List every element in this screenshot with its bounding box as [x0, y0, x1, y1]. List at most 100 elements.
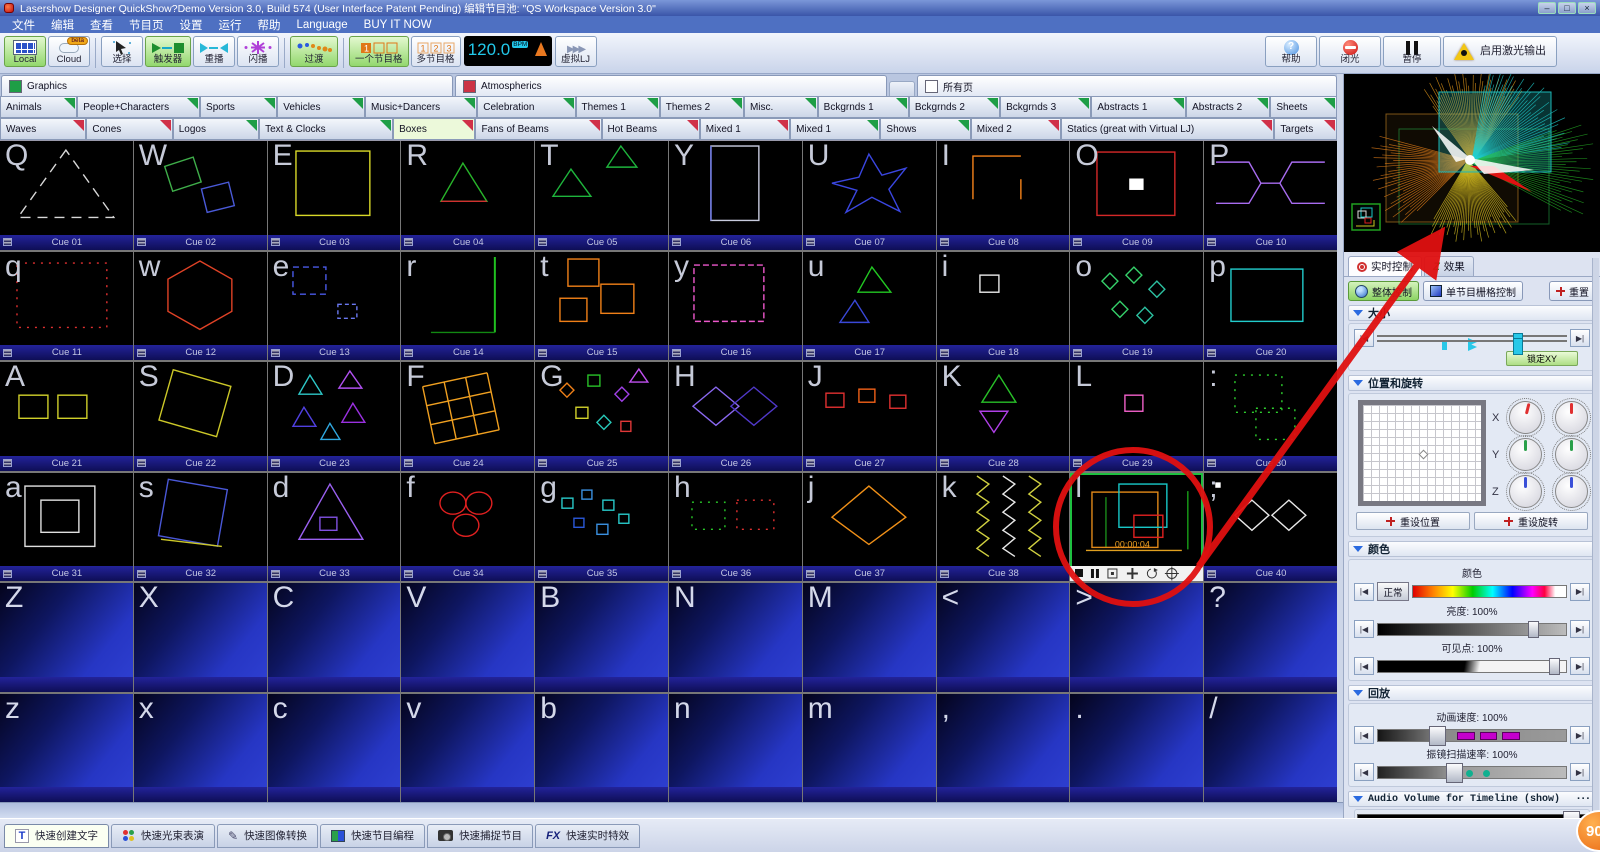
cue-cell[interactable]: ICue 08: [937, 141, 1070, 250]
close-button[interactable]: [1578, 2, 1596, 14]
reset-position-button[interactable]: 重设位置: [1356, 512, 1470, 530]
help-button[interactable]: 帮助: [1265, 36, 1317, 67]
visible-min-button[interactable]: |◀: [1354, 657, 1374, 675]
cue-cell[interactable]: OCue 09: [1070, 141, 1203, 250]
menu-item[interactable]: Language: [289, 19, 356, 31]
color-slider[interactable]: [1412, 585, 1567, 598]
cue-cell[interactable]: fCue 34: [401, 473, 534, 582]
panel-scrollbar[interactable]: [1592, 258, 1599, 818]
cue-cell[interactable]: FCue 24: [401, 362, 534, 471]
position-pad[interactable]: [1358, 400, 1486, 506]
y-position-knob[interactable]: [1509, 438, 1542, 471]
cue-cell[interactable]: QCue 01: [0, 141, 133, 250]
category-tab[interactable]: Statics (great with Virtual LJ): [1061, 118, 1274, 140]
category-tab[interactable]: People+Characters: [77, 96, 200, 118]
page-tab-atmospherics[interactable]: Atmospherics: [455, 75, 887, 96]
cue-cell[interactable]: uCue 17: [803, 252, 936, 361]
cue-cell[interactable]: /: [1204, 694, 1337, 803]
reset-button[interactable]: 重置: [1549, 281, 1596, 301]
cue-cell[interactable]: n: [669, 694, 802, 803]
category-tab[interactable]: Boxes: [393, 118, 475, 140]
bottom-tab[interactable]: 快速光束表演: [111, 824, 215, 848]
visible-points-handle[interactable]: [1549, 658, 1560, 675]
bpm-display[interactable]: 120.0 BPM: [464, 36, 552, 66]
cue-cell[interactable]: z: [0, 694, 133, 803]
scan-rate-handle[interactable]: [1446, 763, 1463, 783]
cloud-button[interactable]: beta Cloud: [48, 36, 90, 67]
x-position-knob[interactable]: [1505, 397, 1545, 437]
select-mode-button[interactable]: 选择: [101, 36, 143, 67]
scan-rate-min-button[interactable]: |◀: [1354, 763, 1374, 781]
anim-speed-max-button[interactable]: ▶|: [1570, 726, 1590, 744]
section-playback[interactable]: 回放: [1348, 685, 1596, 701]
menu-item[interactable]: BUY IT NOW: [356, 19, 440, 31]
cue-cell[interactable]: jCue 37: [803, 473, 936, 582]
cue-cell[interactable]: X: [134, 583, 267, 692]
visible-points-slider[interactable]: [1377, 660, 1567, 673]
cue-cell[interactable]: dCue 33: [268, 473, 401, 582]
cue-cell[interactable]: hCue 36: [669, 473, 802, 582]
bottom-tab[interactable]: FX快速实时特效: [535, 824, 640, 848]
brightness-handle[interactable]: [1528, 621, 1539, 638]
cue-cell[interactable]: qCue 11: [0, 252, 133, 361]
cue-cell[interactable]: C: [268, 583, 401, 692]
pause-output-button[interactable]: 暂停: [1383, 36, 1441, 67]
category-tab[interactable]: Misc.: [744, 96, 818, 118]
category-tab[interactable]: Bckgrnds 2: [909, 96, 1000, 118]
cue-cell[interactable]: HCue 26: [669, 362, 802, 471]
cue-cell[interactable]: ECue 03: [268, 141, 401, 250]
cue-cell[interactable]: iCue 18: [937, 252, 1070, 361]
single-cue-control-button[interactable]: 单节目栅格控制: [1423, 281, 1523, 301]
color-normal-handle[interactable]: 正常: [1377, 582, 1409, 601]
scan-rate-max-button[interactable]: ▶|: [1570, 763, 1590, 781]
tab-effects[interactable]: 效果: [1424, 256, 1474, 276]
category-tab[interactable]: Text & Clocks: [259, 118, 393, 140]
cue-cell[interactable]: ACue 21: [0, 362, 133, 471]
virtual-lj-button[interactable]: ▶▶▶ 虚拟LJ: [555, 36, 597, 67]
menu-item[interactable]: 运行: [211, 17, 250, 33]
restart-mode-button[interactable]: 重播: [193, 36, 235, 67]
cue-cell[interactable]: UCue 07: [803, 141, 936, 250]
cue-cell[interactable]: pCue 20: [1204, 252, 1337, 361]
category-tab[interactable]: Sports: [200, 96, 277, 118]
y-rotation-knob[interactable]: [1555, 438, 1588, 471]
size-y-handle[interactable]: [1513, 338, 1523, 355]
category-tab[interactable]: Targets: [1274, 118, 1337, 140]
color-min-button[interactable]: |◀: [1354, 583, 1374, 601]
category-tab[interactable]: Music+Dancers: [365, 96, 477, 118]
cue-cell[interactable]: v: [401, 694, 534, 803]
category-tab[interactable]: Themes 1: [576, 96, 660, 118]
cue-cell[interactable]: >: [1070, 583, 1203, 692]
flash-mode-button[interactable]: 闪播: [237, 36, 279, 67]
cue-cell[interactable]: TCue 05: [535, 141, 668, 250]
cue-cell[interactable]: GCue 25: [535, 362, 668, 471]
anim-speed-handle[interactable]: [1429, 726, 1446, 746]
cue-cell[interactable]: b: [535, 694, 668, 803]
reset-rotation-button[interactable]: 重设旋转: [1474, 512, 1588, 530]
category-tab[interactable]: Shows: [880, 118, 970, 140]
master-control-button[interactable]: 整体控制: [1348, 281, 1419, 301]
category-tab[interactable]: Bckgrnds 3: [1000, 96, 1091, 118]
cue-cell[interactable]: ,: [937, 694, 1070, 803]
cue-cell[interactable]: rCue 14: [401, 252, 534, 361]
enable-laser-output-button[interactable]: 启用激光输出: [1443, 36, 1557, 67]
page-tab-all-pages[interactable]: 所有页: [917, 75, 1337, 96]
category-tab[interactable]: Fans of Beams: [475, 118, 601, 140]
cue-cell[interactable]: YCue 06: [669, 141, 802, 250]
visible-max-button[interactable]: ▶|: [1570, 657, 1590, 675]
cue-cell[interactable]: ;Cue 40: [1204, 473, 1337, 582]
category-tab[interactable]: Mixed 1: [700, 118, 790, 140]
cue-playback-controls[interactable]: [1070, 566, 1203, 581]
blackout-button[interactable]: 闭光: [1319, 36, 1381, 67]
category-tab[interactable]: Cones: [86, 118, 172, 140]
cue-cell[interactable]: l00:00:04: [1070, 473, 1203, 582]
tab-live-control[interactable]: 实时控制: [1348, 256, 1422, 276]
scan-rate-slider[interactable]: [1377, 766, 1567, 779]
cue-cell[interactable]: c: [268, 694, 401, 803]
section-size[interactable]: 大小: [1348, 305, 1596, 321]
page-tab-stub[interactable]: [889, 81, 915, 96]
bottom-tab[interactable]: T快速创建文字: [4, 824, 109, 848]
minimize-button[interactable]: [1538, 2, 1556, 14]
category-tab[interactable]: Logos: [173, 118, 259, 140]
bottom-tab[interactable]: 快速捕捉节目: [427, 824, 533, 848]
